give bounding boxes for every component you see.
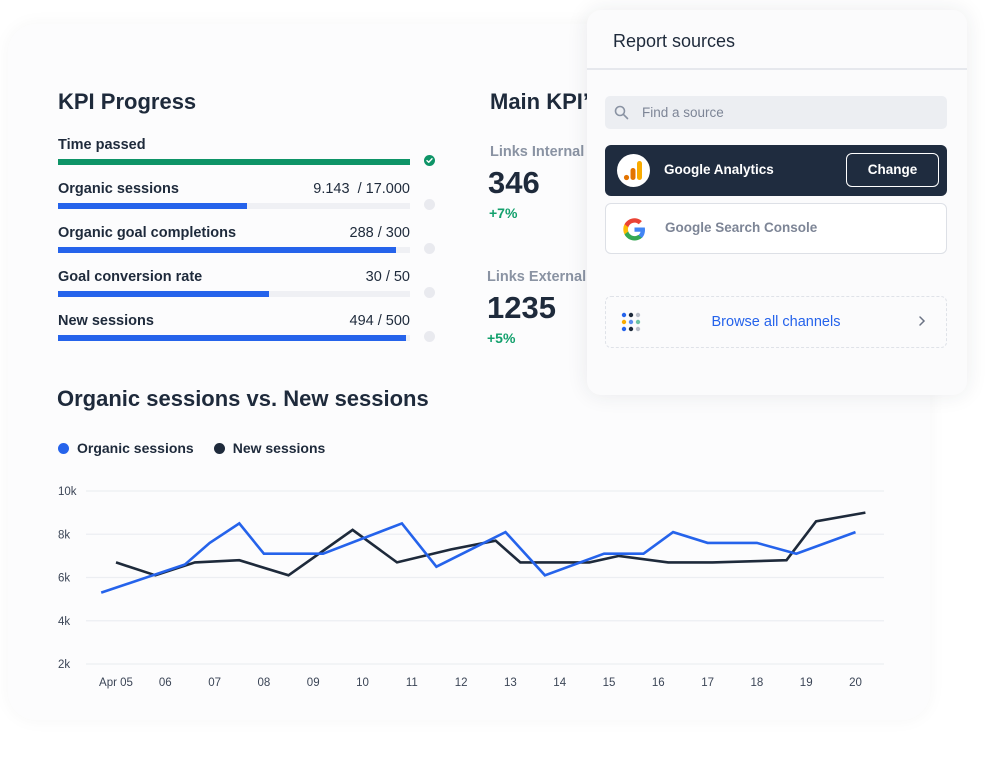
x-tick-label: 16 <box>652 677 665 689</box>
x-tick-label: 07 <box>208 677 221 689</box>
search-input[interactable]: Find a source <box>642 105 724 120</box>
x-tick-label: 06 <box>159 677 172 689</box>
y-tick-label: 8k <box>58 529 70 541</box>
x-tick-label: 20 <box>849 677 862 689</box>
source-name: Google Analytics <box>664 162 774 177</box>
report-sources-title: Report sources <box>613 31 736 51</box>
x-tick-label: 18 <box>751 677 764 689</box>
google-g-icon <box>618 213 651 246</box>
x-tick-label: 17 <box>701 677 714 689</box>
browse-all-channels-label: Browse all channels <box>711 314 841 330</box>
x-tick-label: 08 <box>258 677 271 689</box>
x-tick-label: 10 <box>356 677 369 689</box>
browse-all-channels-button[interactable]: Browse all channels <box>605 296 947 348</box>
search-icon <box>614 105 629 125</box>
x-tick-label: 12 <box>455 677 468 689</box>
report-sources-panel: Report sources Find a source Google Anal… <box>587 10 967 395</box>
chevron-right-icon <box>918 314 926 332</box>
source-google-search-console[interactable]: Google Search Console <box>605 203 947 254</box>
google-analytics-icon <box>617 154 650 187</box>
y-tick-label: 2k <box>58 659 70 671</box>
x-tick-label: 14 <box>553 677 566 689</box>
source-google-analytics[interactable]: Google Analytics Change <box>605 145 947 196</box>
x-tick-label: 11 <box>406 677 418 689</box>
x-tick-label: 19 <box>800 677 813 689</box>
y-tick-label: 4k <box>58 616 70 628</box>
y-tick-label: 6k <box>58 573 70 585</box>
x-tick-label: 15 <box>603 677 616 689</box>
find-source-search[interactable]: Find a source <box>605 96 947 129</box>
x-tick-label: 13 <box>504 677 517 689</box>
x-tick-label: Apr 05 <box>99 677 133 689</box>
change-source-button[interactable]: Change <box>846 153 939 187</box>
source-name: Google Search Console <box>665 220 818 235</box>
x-tick-label: 09 <box>307 677 320 689</box>
divider <box>587 68 967 70</box>
y-tick-label: 10k <box>58 486 77 498</box>
